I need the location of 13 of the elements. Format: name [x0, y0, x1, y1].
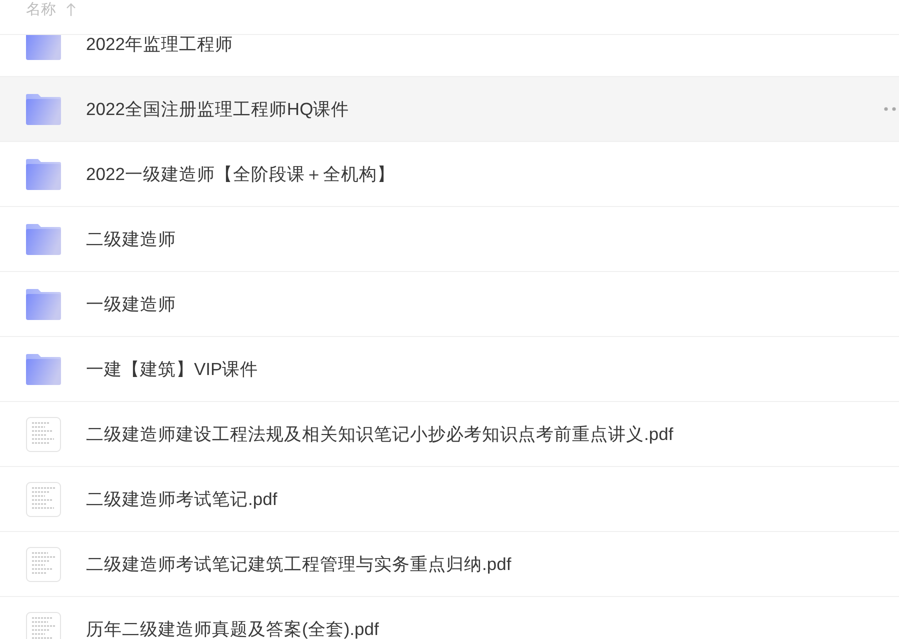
file-row[interactable]: 2022年监理工程师	[0, 35, 899, 77]
file-row[interactable]: 2022全国注册监理工程师HQ课件	[0, 77, 899, 142]
folder-icon	[26, 94, 61, 124]
folder-icon	[26, 158, 61, 190]
document-thumbnail-icon	[26, 482, 61, 516]
folder-icon	[26, 354, 61, 384]
more-icon[interactable]	[884, 107, 896, 111]
document-thumbnail-icon	[26, 416, 61, 452]
folder-icon	[26, 35, 61, 60]
document-thumbnail-icon	[26, 546, 61, 582]
folder-icon	[26, 288, 61, 320]
document-thumbnail-icon	[26, 612, 61, 639]
folder-icon	[26, 224, 61, 254]
